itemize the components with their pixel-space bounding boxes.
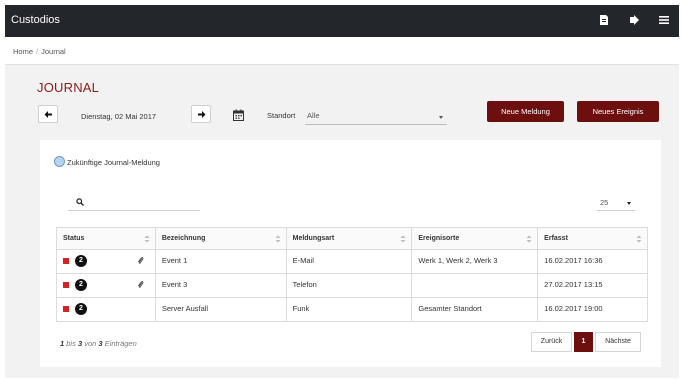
paperclip-icon[interactable] (137, 280, 144, 289)
page-length-select[interactable]: 25 (597, 195, 635, 211)
breadcrumb-current: Journal (41, 47, 66, 56)
column-header-label: Meldungsart (292, 235, 335, 242)
sort-icon (636, 235, 642, 243)
status-count-badge: 2 (75, 279, 87, 291)
table-header-row: Status Bezeichnung Meldungsart Ereigniso… (57, 228, 648, 250)
document-icon[interactable] (598, 14, 610, 26)
meldungsart-cell: Funk (286, 298, 413, 322)
standort-select[interactable]: Alle (305, 109, 447, 125)
page-1-button[interactable]: 1 (574, 332, 593, 352)
next-day-button[interactable] (191, 105, 211, 123)
sort-icon (275, 235, 281, 243)
column-header-label: Status (63, 235, 85, 242)
breadcrumb-bar: Home / Journal (5, 37, 679, 65)
page-length-value: 25 (600, 198, 609, 207)
next-page-button[interactable]: Nächste (595, 332, 641, 352)
column-header-erfasst[interactable]: Erfasst (538, 228, 648, 250)
erfasst-cell: 16.02.2017 16:36 (538, 250, 648, 274)
arrow-right-icon (198, 111, 206, 118)
search-icon (76, 198, 84, 206)
app-title[interactable]: Custodios (11, 14, 60, 26)
status-indicator (63, 258, 69, 264)
search-field (68, 195, 200, 211)
column-header-label: Erfasst (544, 235, 568, 242)
column-header-label: Bezeichnung (161, 235, 206, 242)
journal-table: Status Bezeichnung Meldungsart Ereigniso… (56, 227, 648, 322)
erfasst-cell: 27.02.2017 13:15 (538, 274, 648, 298)
column-header-label: Ereignisorte (418, 235, 460, 242)
previous-page-button[interactable]: Zurück (531, 332, 572, 352)
ereignisorte-cell: Werk 1, Werk 2, Werk 3 (412, 250, 539, 274)
journal-card: Zukünftige Journal-Meldung 25 Status Bez… (40, 140, 661, 367)
calendar-icon[interactable] (233, 109, 244, 121)
chevron-down-icon (627, 202, 631, 205)
info-suffix: Einträgen (104, 339, 137, 348)
meldungsart-cell: Telefon (286, 274, 413, 298)
breadcrumb-home[interactable]: Home (13, 47, 33, 56)
app-window: Custodios Home / Journal JOURNAL Dienstag,… (5, 5, 679, 378)
column-header-bezeichnung[interactable]: Bezeichnung (155, 228, 287, 250)
ereignisorte-cell: Gesamter Standort (412, 298, 539, 322)
info-total: 3 (98, 339, 103, 348)
standort-value: Alle (307, 111, 320, 120)
status-count-badge: 2 (75, 255, 87, 267)
page-title: JOURNAL (37, 80, 100, 95)
chevron-down-icon (439, 116, 443, 119)
bezeichnung-cell: Server Ausfall (155, 298, 287, 322)
top-bar: Custodios (5, 5, 679, 37)
erfasst-cell: 16.02.2017 19:00 (538, 298, 648, 322)
status-indicator (63, 306, 69, 312)
ereignisorte-cell (412, 274, 539, 298)
new-report-button[interactable]: Neue Meldung (487, 101, 564, 122)
standort-label: Standort (267, 111, 296, 120)
table-row[interactable]: 2 Server Ausfall Funk Gesamter Standort … (57, 298, 648, 322)
logout-icon[interactable] (629, 14, 641, 26)
status-indicator (63, 282, 69, 288)
table-info: 1 bis 3 von 3 Einträgen (60, 339, 137, 348)
status-cell: 2 (57, 274, 156, 298)
future-entries-toggle[interactable] (54, 156, 65, 167)
info-bis: bis (66, 339, 76, 348)
paperclip-icon[interactable] (137, 256, 144, 265)
bezeichnung-cell: Event 3 (155, 274, 287, 298)
column-header-ereignisorte[interactable]: Ereignisorte (412, 228, 539, 250)
sort-icon (400, 235, 406, 243)
future-entries-label: Zukünftige Journal-Meldung (67, 158, 160, 167)
sort-icon (144, 235, 150, 243)
info-to: 3 (77, 339, 83, 348)
status-count-badge: 2 (75, 303, 87, 315)
bezeichnung-cell: Event 1 (155, 250, 287, 274)
breadcrumb-separator: / (36, 47, 39, 56)
info-from: 1 (60, 339, 65, 348)
breadcrumb: Home / Journal (13, 47, 66, 56)
sort-icon (526, 235, 532, 243)
search-input[interactable] (90, 196, 198, 209)
menu-icon[interactable] (658, 14, 670, 26)
status-cell: 2 (57, 250, 156, 274)
meldungsart-cell: E-Mail (286, 250, 413, 274)
info-von: von (84, 339, 97, 348)
column-header-status[interactable]: Status (57, 228, 156, 250)
table-row[interactable]: 2 Event 3 Telefon 27.02.2017 13:15 (57, 274, 648, 298)
previous-day-button[interactable] (38, 105, 58, 123)
arrow-left-icon (44, 111, 52, 118)
new-event-button[interactable]: Neues Ereignis (577, 101, 659, 122)
column-header-meldungsart[interactable]: Meldungsart (286, 228, 413, 250)
current-date: Dienstag, 02 Mai 2017 (81, 112, 157, 121)
table-row[interactable]: 2 Event 1 E-Mail Werk 1, Werk 2, Werk 3 … (57, 250, 648, 274)
status-cell: 2 (57, 298, 156, 322)
